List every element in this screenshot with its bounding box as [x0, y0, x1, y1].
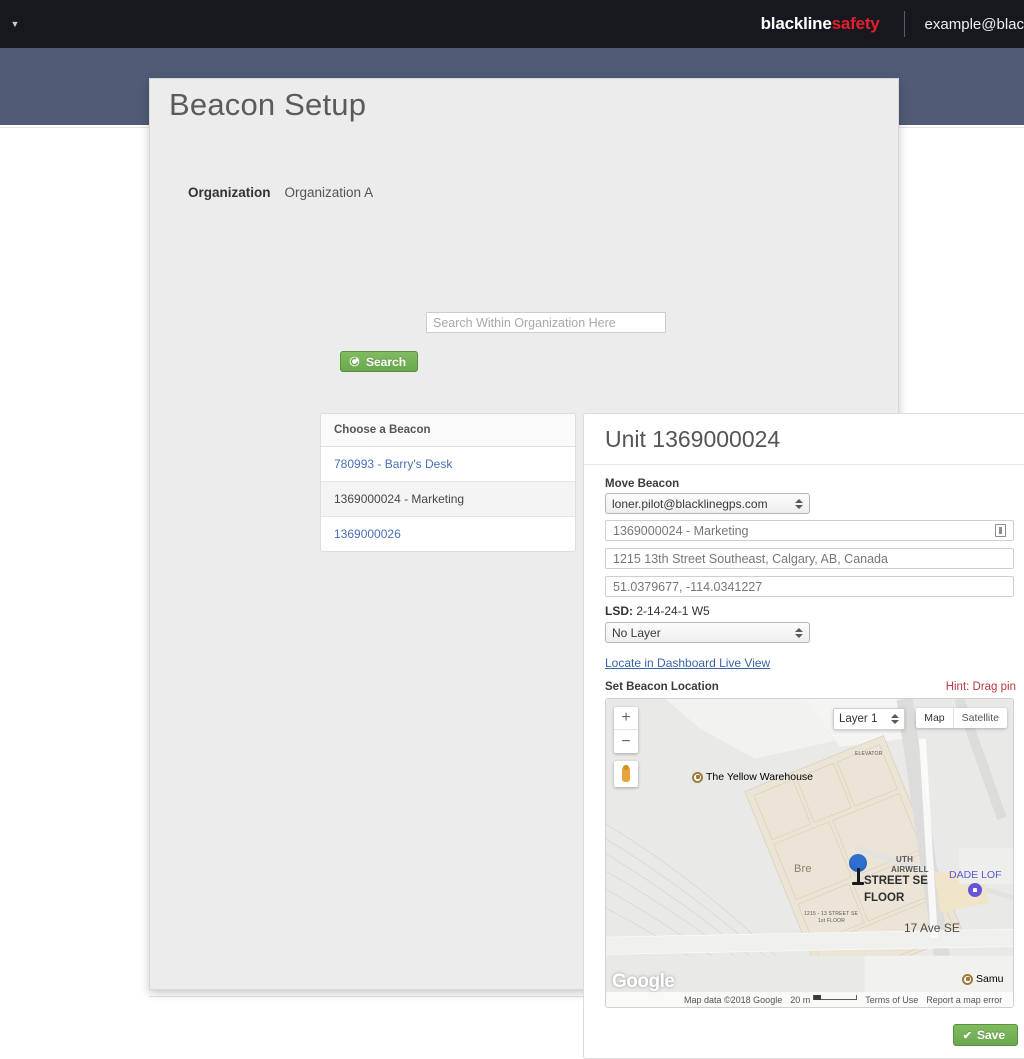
- map-floor-caption-2: 1st FLOOR: [818, 918, 846, 924]
- map-attribution-bar: Map data ©2018 Google 20 m Terms of Use …: [606, 992, 1013, 1007]
- map-scale-bar: 20 m: [790, 994, 858, 1005]
- beacon-list-header: Choose a Beacon: [321, 414, 575, 447]
- map-poi-yellow-warehouse[interactable]: The Yellow Warehouse: [692, 771, 813, 783]
- search-button[interactable]: Search: [340, 351, 419, 372]
- map-street-label-17ave: 17 Ave SE: [904, 921, 960, 935]
- map-label-uth: UTH: [896, 855, 914, 864]
- blackline-safety-logo: blacklinesafety: [761, 14, 880, 34]
- brand-name-first: blackline: [760, 14, 832, 33]
- beacon-list-item-selected[interactable]: 1369000024 - Marketing: [321, 482, 575, 517]
- map-poi-dade-loft[interactable]: DADE LOF: [949, 869, 1002, 897]
- chevron-updown-icon: [794, 626, 803, 639]
- check-icon: ✔: [962, 1029, 972, 1042]
- search-button-label: Search: [366, 354, 407, 369]
- set-beacon-location-label: Set Beacon Location: [605, 681, 719, 693]
- lsd-row: LSD: 2-14-24-1 W5: [605, 604, 1014, 618]
- organization-value: Organization A: [284, 185, 374, 200]
- layer-select-value: No Layer: [612, 625, 661, 640]
- beacon-setup-panel: Beacon Setup Organization Organization A…: [149, 78, 1024, 1059]
- layer-select[interactable]: No Layer: [605, 622, 810, 643]
- chevron-updown-icon: [794, 497, 803, 510]
- save-button-label: Save: [976, 1028, 1005, 1042]
- store-marker-icon: [968, 883, 983, 897]
- map-floor-label: FLOOR: [864, 892, 905, 904]
- beacon-list-panel: Choose a Beacon 780993 - Barry's Desk 13…: [320, 413, 576, 552]
- save-button[interactable]: ✔ Save: [952, 1024, 1018, 1046]
- beacon-list-item[interactable]: 780993 - Barry's Desk: [321, 447, 575, 482]
- map-label-bre: Bre: [794, 863, 812, 875]
- map-floor-street-label: STREET SE: [864, 875, 928, 887]
- map-label-airwell: AIRWELL: [891, 865, 929, 874]
- beacon-location-map[interactable]: + − Layer 1 Map Satellite The Yellow War…: [605, 698, 1014, 1008]
- beacon-detail-title: Unit 1369000024: [584, 414, 1024, 465]
- map-label-elevator: ELEVATOR: [855, 751, 883, 757]
- move-beacon-select[interactable]: loner.pilot@blacklinegps.com: [605, 493, 810, 514]
- map-zoom-in-button[interactable]: +: [614, 707, 638, 730]
- locate-live-view-link[interactable]: Locate in Dashboard Live View: [605, 656, 770, 670]
- beacon-list-item[interactable]: 1369000026: [321, 517, 575, 551]
- brand-name-second: safety: [831, 14, 880, 33]
- google-logo: Google: [612, 971, 675, 992]
- map-zoom-out-button[interactable]: −: [614, 730, 638, 753]
- map-scale-label: 20 m: [790, 994, 811, 1005]
- map-layer-select[interactable]: Layer 1: [833, 708, 905, 730]
- beacon-address-field[interactable]: 1215 13th Street Southeast, Calgary, AB,…: [605, 548, 1014, 569]
- search-input[interactable]: [426, 312, 666, 333]
- beacon-name-value: 1369000024 - Marketing: [613, 523, 749, 538]
- map-floor-caption-1: 1215 - 13 STREET SE: [804, 911, 859, 917]
- map-type-toggle[interactable]: Map Satellite: [916, 708, 1007, 728]
- user-email-label[interactable]: example@blac: [925, 16, 1024, 33]
- top-navigation-bar: ▼ blacklinesafety example@blac: [0, 0, 1024, 48]
- map-attribution-text: Map data ©2018 Google: [684, 994, 783, 1005]
- map-poi-label: Samu: [976, 973, 1004, 985]
- beacon-location-pin[interactable]: [849, 854, 867, 885]
- chevron-updown-icon: [890, 713, 899, 726]
- map-canvas: [606, 699, 1013, 1007]
- poi-marker-icon: [962, 973, 973, 985]
- organization-row: Organization Organization A: [188, 185, 898, 200]
- street-view-pegman-icon[interactable]: [614, 761, 638, 787]
- map-type-satellite-button[interactable]: Satellite: [952, 708, 1007, 728]
- beacon-coordinates-value: 51.0379677, -114.0341227: [613, 579, 763, 594]
- poi-marker-icon: [692, 771, 703, 783]
- beacon-coordinates-field[interactable]: 51.0379677, -114.0341227: [605, 576, 1014, 597]
- map-terms-link[interactable]: Terms of Use: [865, 995, 918, 1005]
- lsd-value: 2-14-24-1 W5: [636, 604, 710, 618]
- tag-scan-icon[interactable]: [995, 524, 1006, 537]
- topbar-right-group: blacklinesafety example@blac: [761, 0, 1024, 48]
- refresh-circle-icon: [349, 356, 360, 367]
- drag-pin-hint: Hint: Drag pin: [945, 681, 1016, 693]
- organization-label: Organization: [188, 185, 271, 200]
- topbar-divider: [903, 11, 905, 37]
- set-location-row: Set Beacon Location Hint: Drag pin: [605, 681, 1016, 693]
- page-title: Beacon Setup: [169, 87, 367, 122]
- beacon-detail-card: Unit 1369000024 Move Beacon loner.pilot@…: [583, 413, 1024, 1059]
- move-beacon-label: Move Beacon: [605, 478, 680, 490]
- map-zoom-controls[interactable]: + −: [614, 707, 638, 753]
- map-type-map-button[interactable]: Map: [916, 708, 952, 728]
- beacon-detail-body: Move Beacon loner.pilot@blacklinegps.com…: [584, 465, 1024, 1008]
- beacon-name-field[interactable]: 1369000024 - Marketing: [605, 520, 1014, 541]
- map-report-error-link[interactable]: Report a map error: [926, 995, 1002, 1005]
- map-scale-bar-graphic: [813, 995, 858, 1000]
- move-beacon-value: loner.pilot@blacklinegps.com: [612, 496, 768, 511]
- map-poi-samu[interactable]: Samu: [962, 973, 1003, 985]
- lsd-label: LSD:: [605, 604, 633, 618]
- beacon-address-value: 1215 13th Street Southeast, Calgary, AB,…: [613, 551, 888, 566]
- caret-down-icon[interactable]: ▼: [8, 17, 22, 31]
- map-poi-label: DADE LOF: [949, 869, 1002, 881]
- map-poi-label: The Yellow Warehouse: [706, 771, 814, 783]
- map-layer-value: Layer 1: [839, 713, 878, 725]
